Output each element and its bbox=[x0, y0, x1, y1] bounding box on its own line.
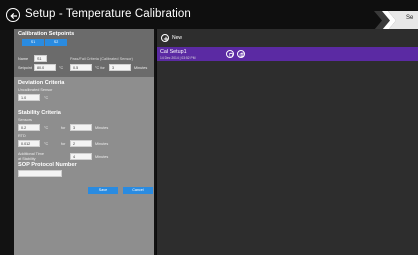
pass-fail-minutes-unit: Minutes bbox=[134, 66, 148, 70]
rtd-minutes-field[interactable]: 2 bbox=[70, 140, 92, 147]
sensors-label: Sensors bbox=[18, 118, 32, 122]
sensors-minutes-field[interactable]: 3 bbox=[70, 124, 92, 131]
rtd-value-field[interactable]: 0.012 bbox=[18, 140, 40, 147]
pass-fail-label: Pass/Fail Criteria (Calibrated Sensor) bbox=[70, 57, 133, 61]
title-bar: Setup - Temperature Calibration Se bbox=[0, 0, 418, 30]
name-field[interactable]: S1 bbox=[34, 55, 47, 62]
rtd-minutes-unit: Minutes bbox=[95, 142, 109, 146]
delete-button[interactable] bbox=[226, 50, 234, 58]
list-item-title: Cal Setup1 bbox=[160, 48, 187, 55]
save-button[interactable]: Save bbox=[88, 187, 118, 194]
rtd-label: RTD bbox=[18, 134, 26, 138]
breadcrumb-tab-label: Se bbox=[406, 15, 414, 21]
back-arrow-icon bbox=[10, 12, 17, 20]
sensors-value-field[interactable]: 0.2 bbox=[18, 124, 40, 131]
copy-button[interactable] bbox=[237, 50, 245, 58]
additional-time-label: Additional Time bbox=[18, 152, 44, 156]
page-title: Setup - Temperature Calibration bbox=[25, 8, 191, 20]
setpoint-label: Setpoint bbox=[18, 66, 32, 70]
copy-icon bbox=[239, 52, 244, 57]
deviation-criteria-heading: Deviation Criteria bbox=[18, 80, 65, 86]
stability-criteria-heading: Stability Criteria bbox=[18, 110, 61, 116]
uncalibrated-sensor-label: Uncalibrated Sensor bbox=[18, 88, 53, 92]
sensors-unit: °C bbox=[44, 126, 49, 130]
pass-fail-value-field[interactable]: 0.5 bbox=[70, 64, 92, 71]
calibration-setpoints-heading: Calibration Setpoints bbox=[18, 31, 75, 37]
setpoint-tab-s2[interactable]: S2 bbox=[45, 39, 67, 46]
new-button[interactable] bbox=[161, 34, 169, 42]
additional-time-field[interactable]: 4 bbox=[70, 153, 92, 160]
setpoint-tab-s1[interactable]: S1 bbox=[22, 39, 44, 46]
uncalibrated-sensor-field[interactable]: 1.0 bbox=[18, 94, 40, 101]
sop-protocol-field[interactable] bbox=[18, 170, 62, 177]
setpoint-unit: °C bbox=[59, 66, 64, 70]
uncalibrated-sensor-unit: °C bbox=[44, 96, 49, 100]
setpoint-field[interactable]: 80.0 bbox=[34, 64, 56, 71]
pass-fail-for-label: °C for bbox=[95, 66, 105, 70]
sensors-minutes-unit: Minutes bbox=[95, 126, 109, 130]
pass-fail-minutes-field[interactable]: 3 bbox=[109, 64, 131, 71]
setup-form-panel: Calibration Setpoints S1 S2 Name S1 Setp… bbox=[14, 29, 154, 255]
list-item-date: 14 Dec 2014 | 03:52 PM bbox=[160, 55, 196, 60]
plus-icon bbox=[163, 36, 168, 41]
sensors-for-label: for bbox=[61, 126, 66, 130]
name-label: Name bbox=[18, 57, 29, 61]
calibration-setpoints-section: Calibration Setpoints S1 S2 Name S1 Setp… bbox=[14, 29, 154, 77]
back-button[interactable] bbox=[6, 8, 20, 22]
new-label[interactable]: New bbox=[172, 35, 182, 41]
list-item[interactable]: Cal Setup1 14 Dec 2014 | 03:52 PM bbox=[157, 47, 418, 61]
setup-list-panel: New Cal Setup1 14 Dec 2014 | 03:52 PM bbox=[157, 29, 418, 255]
rtd-unit: °C bbox=[44, 142, 49, 146]
additional-time-label-2: at Stability bbox=[18, 157, 36, 161]
additional-time-unit: Minutes bbox=[95, 155, 109, 159]
breadcrumb-tab[interactable]: Se bbox=[374, 11, 418, 30]
sop-protocol-heading: SOP Protocol Number bbox=[18, 162, 77, 168]
delete-icon bbox=[228, 52, 233, 57]
rtd-for-label: for bbox=[61, 142, 66, 146]
cancel-button[interactable]: Cancel bbox=[123, 187, 153, 194]
